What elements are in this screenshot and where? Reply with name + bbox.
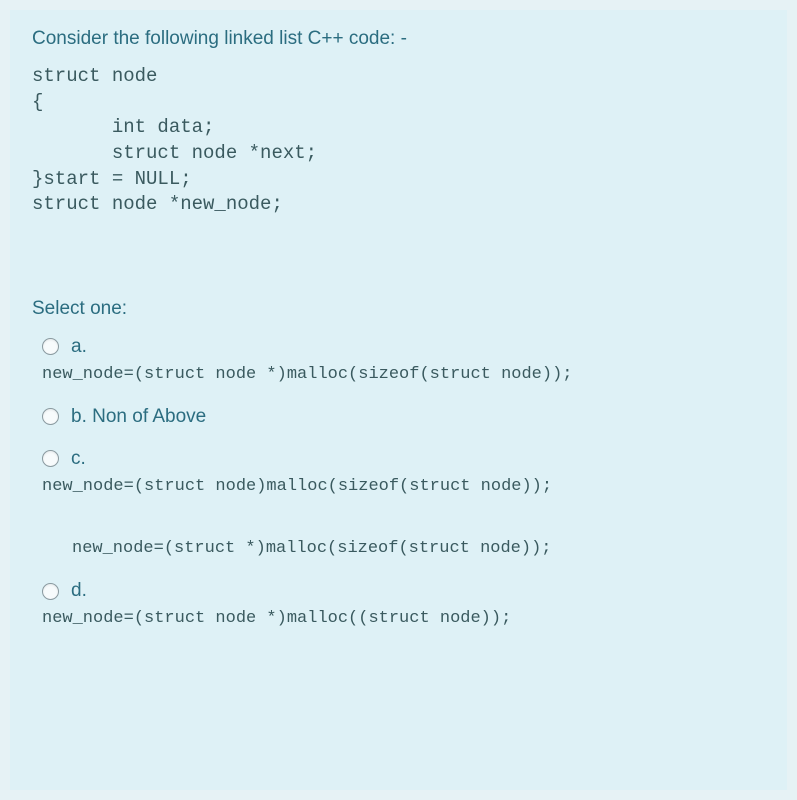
option-c-extra-code: new_node=(struct *)malloc(sizeof(struct … (42, 538, 765, 560)
option-a-code: new_node=(struct node *)malloc(sizeof(st… (42, 364, 765, 386)
code-line: struct node *next; (32, 141, 765, 167)
option-c-head: c. (42, 448, 765, 470)
question-container: Consider the following linked list C++ c… (10, 10, 787, 790)
radio-option-a[interactable] (42, 338, 59, 355)
option-c-label: c. (71, 448, 86, 470)
code-line: int data; (32, 115, 765, 141)
option-a: a. new_node=(struct node *)malloc(sizeof… (32, 336, 765, 386)
select-one-label: Select one: (32, 298, 765, 320)
radio-option-d[interactable] (42, 583, 59, 600)
option-b-label: b. Non of Above (71, 406, 206, 428)
option-b-head: b. Non of Above (42, 406, 765, 428)
code-line: }start = NULL; (32, 167, 765, 193)
code-line: struct node (32, 64, 765, 90)
option-d: d. new_node=(struct node *)malloc((struc… (32, 580, 765, 630)
radio-option-b[interactable] (42, 408, 59, 425)
option-d-label: d. (71, 580, 87, 602)
code-line: struct node *new_node; (32, 192, 765, 218)
radio-option-c[interactable] (42, 450, 59, 467)
option-a-head: a. (42, 336, 765, 358)
option-a-label: a. (71, 336, 87, 358)
option-c-code: new_node=(struct node)malloc(sizeof(stru… (42, 476, 765, 498)
option-c: c. new_node=(struct node)malloc(sizeof(s… (32, 448, 765, 560)
option-b: b. Non of Above (32, 406, 765, 428)
option-d-code: new_node=(struct node *)malloc((struct n… (42, 608, 765, 630)
code-line: { (32, 90, 765, 116)
option-d-head: d. (42, 580, 765, 602)
question-title: Consider the following linked list C++ c… (32, 28, 765, 50)
question-code-block: struct node { int data; struct node *nex… (32, 64, 765, 218)
